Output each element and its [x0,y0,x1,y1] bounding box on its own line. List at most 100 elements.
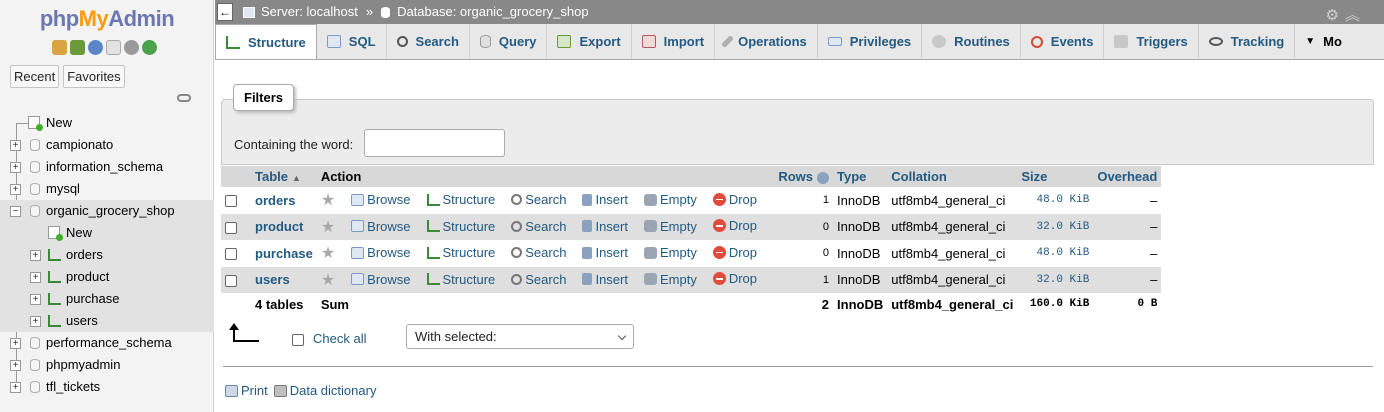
recent-button[interactable]: Recent [10,65,60,88]
tab-more[interactable]: ▼ Mo [1295,24,1352,59]
drop-link[interactable]: Drop [712,192,757,207]
phpmyadmin-logo[interactable]: phpMyAdmin [0,6,214,32]
structure-link[interactable]: Structure [426,192,495,207]
tab-operations[interactable]: Operations [715,24,818,59]
tree-item-database[interactable]: + tfl_tickets [0,376,214,398]
tab-export[interactable]: Export [547,24,632,59]
star-icon[interactable]: ★ [321,272,335,289]
empty-link[interactable]: Empty [643,245,697,260]
tree-item-database[interactable]: + phpmyadmin [0,354,214,376]
size-value[interactable]: 48.0 KiB [1017,240,1094,267]
tree-item-table[interactable]: + product [0,266,214,288]
drop-link[interactable]: Drop [712,245,757,260]
tree-item-table[interactable]: + orders [0,244,214,266]
settings-gear-icon[interactable]: ⚙ [1326,7,1345,24]
expand-icon[interactable]: + [10,184,21,195]
insert-link[interactable]: Insert [582,272,628,287]
search-link[interactable]: Search [511,192,566,207]
collapse-nav-button[interactable]: ← [217,3,233,21]
insert-link[interactable]: Insert [582,245,628,260]
link-with-main-icon[interactable] [177,94,191,102]
table-name-link[interactable]: users [255,272,290,287]
browse-link[interactable]: Browse [351,219,411,234]
empty-link[interactable]: Empty [643,272,697,287]
tab-routines[interactable]: Routines [922,24,1021,59]
size-value[interactable]: 32.0 KiB [1017,266,1094,293]
row-checkbox[interactable] [225,248,237,261]
size-value[interactable]: 48.0 KiB [1017,187,1094,214]
drop-link[interactable]: Drop [712,271,757,286]
insert-link[interactable]: Insert [582,192,628,207]
with-selected-dropdown[interactable]: With selected: [406,324,634,349]
structure-link[interactable]: Structure [426,219,495,234]
table-column-header[interactable]: Table ▲ [251,166,317,187]
reload-icon[interactable] [142,40,157,55]
size-value[interactable]: 32.0 KiB [1017,213,1094,240]
filter-input[interactable] [364,129,505,157]
collapse-icon[interactable]: − [10,206,21,217]
tree-item-table[interactable]: + users [0,310,214,332]
tree-item-new-table[interactable]: New [0,222,214,244]
browse-link[interactable]: Browse [351,272,411,287]
tree-item-database-selected[interactable]: − organic_grocery_shop [0,200,214,222]
expand-icon[interactable]: + [10,382,21,393]
browse-link[interactable]: Browse [351,245,411,260]
tree-item-new[interactable]: New [0,112,214,134]
tree-item-database[interactable]: + mysql [0,178,214,200]
expand-icon[interactable]: + [10,360,21,371]
structure-link[interactable]: Structure [426,272,495,287]
insert-link[interactable]: Insert [582,219,628,234]
docs-icon[interactable] [106,40,121,55]
empty-link[interactable]: Empty [643,219,697,234]
help-icon[interactable] [88,40,103,55]
tab-privileges[interactable]: Privileges [818,24,923,59]
overhead-column-header[interactable]: Overhead [1093,166,1162,187]
settings-icon[interactable] [124,40,139,55]
search-link[interactable]: Search [511,245,566,260]
tab-structure[interactable]: Structure [215,24,317,59]
rows-column-header[interactable]: Rows [769,166,834,187]
check-all-link[interactable]: Check all [313,331,366,346]
breadcrumb-server[interactable]: Server: localhost [261,0,358,24]
structure-link[interactable]: Structure [426,245,495,260]
check-all-checkbox[interactable] [292,334,304,346]
empty-link[interactable]: Empty [643,192,697,207]
browse-link[interactable]: Browse [351,192,411,207]
help-icon[interactable] [817,171,830,184]
table-name-link[interactable]: orders [255,193,295,208]
row-checkbox[interactable] [225,221,237,234]
size-column-header[interactable]: Size [1017,166,1094,187]
expand-icon[interactable]: + [10,140,21,151]
drop-link[interactable]: Drop [712,218,757,233]
type-column-header[interactable]: Type [833,166,888,187]
collation-column-header[interactable]: Collation [887,166,1018,187]
expand-icon[interactable]: + [30,294,41,305]
row-checkbox[interactable] [225,274,237,287]
table-name-link[interactable]: product [255,219,303,234]
home-icon[interactable] [52,40,67,55]
search-link[interactable]: Search [511,272,566,287]
tab-import[interactable]: Import [632,24,716,59]
star-icon[interactable]: ★ [321,192,335,209]
tab-sql[interactable]: SQL [317,24,387,59]
tab-events[interactable]: Events [1021,24,1105,59]
collapse-top-icon[interactable]: ︽ [1345,7,1366,24]
star-icon[interactable]: ★ [321,219,335,236]
expand-icon[interactable]: + [30,272,41,283]
tree-item-database[interactable]: + performance_schema [0,332,214,354]
expand-icon[interactable]: + [10,162,21,173]
table-name-link[interactable]: purchase [255,246,313,261]
expand-icon[interactable]: + [30,250,41,261]
row-checkbox[interactable] [225,195,237,208]
favorites-button[interactable]: Favorites [63,65,125,88]
tab-triggers[interactable]: Triggers [1104,24,1199,59]
tree-item-table[interactable]: + purchase [0,288,214,310]
tab-search[interactable]: Search [387,24,470,59]
breadcrumb-database[interactable]: Database: organic_grocery_shop [397,0,589,24]
search-link[interactable]: Search [511,219,566,234]
logout-icon[interactable] [70,40,85,55]
print-link[interactable]: Print [225,383,268,398]
data-dictionary-link[interactable]: Data dictionary [273,383,376,398]
expand-icon[interactable]: + [30,316,41,327]
tab-tracking[interactable]: Tracking [1199,24,1296,59]
